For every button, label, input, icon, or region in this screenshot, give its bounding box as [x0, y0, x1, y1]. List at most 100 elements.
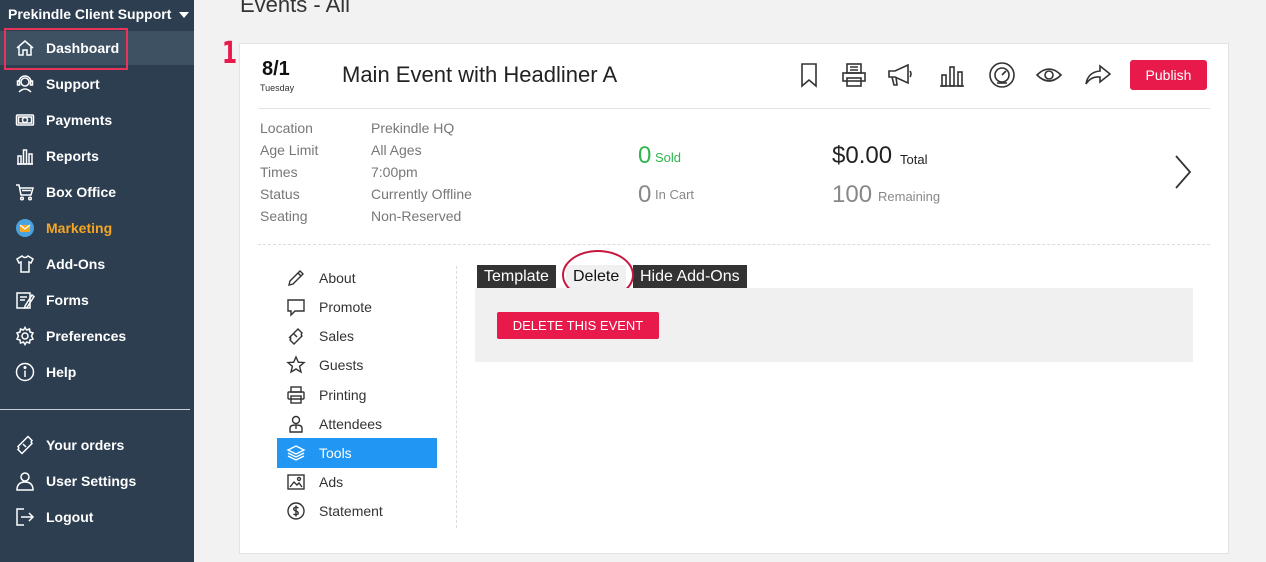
event-menu-label: Printing	[319, 387, 367, 403]
in-cart-count: 0	[638, 181, 652, 208]
event-menu-statement[interactable]: Statement	[277, 496, 437, 526]
gear-icon	[14, 325, 36, 347]
ticket-icon	[14, 434, 36, 456]
info-icon	[14, 361, 36, 383]
event-name[interactable]: Main Event with Headliner A	[342, 62, 617, 88]
event-menu-label: Attendees	[319, 416, 383, 432]
user-icon	[14, 470, 36, 492]
sidebar-item-label: Box Office	[46, 184, 117, 200]
sidebar-item-label: Payments	[46, 112, 113, 128]
sidebar-item-marketing[interactable]: Marketing	[0, 211, 194, 245]
caret-down-icon	[179, 12, 190, 19]
sidebar-item-dashboard[interactable]: Dashboard	[0, 31, 194, 65]
detail-value: 7:00pm	[371, 164, 418, 180]
event-menu-label: About	[319, 270, 356, 286]
chevron-right-icon[interactable]	[1170, 152, 1196, 192]
page-title: Events - All	[240, 0, 351, 17]
event-menu-tools[interactable]: Tools	[277, 438, 437, 468]
sidebar: Prekindle Client Support Dashboard Suppo…	[0, 0, 194, 562]
event-menu-label: Statement	[319, 503, 383, 519]
detail-label: Location	[260, 120, 313, 136]
event-menu-promote[interactable]: Promote	[277, 292, 437, 322]
detail-value: Prekindle HQ	[371, 120, 455, 136]
sidebar-item-forms[interactable]: Forms	[0, 283, 194, 317]
sidebar-item-label: Support	[46, 76, 100, 92]
cart-icon	[14, 181, 36, 203]
delete-event-button[interactable]: DELETE THIS EVENT	[497, 312, 659, 339]
tab-hide-add-ons[interactable]: Hide Add-Ons	[633, 265, 747, 288]
remaining-count: 100	[832, 181, 873, 208]
sidebar-item-support[interactable]: Support	[0, 67, 194, 101]
event-menu-printing[interactable]: Printing	[277, 380, 437, 410]
header-divider	[258, 108, 1210, 109]
bar-chart-icon	[14, 145, 36, 167]
sidebar-item-user-settings[interactable]: User Settings	[0, 464, 194, 498]
printer-icon[interactable]	[839, 60, 869, 90]
publish-button[interactable]: Publish	[1130, 60, 1207, 90]
megaphone-icon[interactable]	[885, 60, 915, 90]
logout-icon	[14, 506, 36, 528]
dashboard-gauge-icon[interactable]	[987, 60, 1017, 90]
details-divider	[258, 244, 1210, 245]
event-menu-sales[interactable]: Sales	[277, 321, 437, 351]
event-menu-label: Tools	[319, 445, 352, 461]
sidebar-item-preferences[interactable]: Preferences	[0, 319, 194, 353]
ticket-icon	[285, 325, 307, 347]
person-icon	[285, 413, 307, 435]
sidebar-item-box-office[interactable]: Box Office	[0, 175, 194, 209]
in-cart-label: In Cart	[655, 187, 695, 202]
layers-icon	[285, 442, 307, 464]
event-card: 8/1 Tuesday Main Event with Headliner A …	[239, 43, 1229, 554]
sidebar-item-help[interactable]: Help	[0, 355, 194, 389]
event-date: 8/1	[262, 58, 290, 80]
tshirt-icon	[14, 253, 36, 275]
step-marker-1: 1	[222, 36, 238, 71]
support-agent-icon	[14, 73, 36, 95]
sidebar-item-logout[interactable]: Logout	[0, 500, 194, 534]
share-icon[interactable]	[1083, 60, 1113, 90]
home-icon	[14, 37, 36, 59]
bookmark-icon[interactable]	[794, 60, 824, 90]
detail-value: Currently Offline	[371, 186, 472, 202]
org-name: Prekindle Client Support	[8, 6, 172, 22]
event-menu-about[interactable]: About	[277, 263, 437, 293]
pencil-icon	[285, 267, 307, 289]
printer-icon	[285, 384, 307, 406]
sidebar-divider	[0, 409, 190, 410]
tab-template[interactable]: Template	[477, 265, 556, 288]
event-menu-label: Guests	[319, 357, 364, 373]
sidebar-item-payments[interactable]: Payments	[0, 103, 194, 137]
eye-icon[interactable]	[1034, 60, 1064, 90]
detail-label: Status	[260, 186, 300, 202]
menu-separator	[456, 266, 457, 528]
sidebar-item-label: Your orders	[46, 437, 125, 453]
event-menu-guests[interactable]: Guests	[277, 350, 437, 380]
sidebar-item-label: Help	[46, 364, 77, 380]
detail-value: All Ages	[371, 142, 422, 158]
event-menu-label: Sales	[319, 328, 355, 344]
payments-icon	[14, 109, 36, 131]
sidebar-item-label: Reports	[46, 148, 99, 164]
marketing-icon	[14, 217, 36, 239]
event-menu-attendees[interactable]: Attendees	[277, 409, 437, 439]
sidebar-item-label: Dashboard	[46, 40, 120, 56]
org-switcher[interactable]: Prekindle Client Support	[8, 6, 190, 22]
speech-bubble-icon	[285, 296, 307, 318]
event-menu-label: Ads	[319, 474, 344, 490]
sidebar-item-label: Preferences	[46, 328, 127, 344]
image-icon	[285, 471, 307, 493]
sidebar-item-reports[interactable]: Reports	[0, 139, 194, 173]
tab-delete[interactable]: Delete	[566, 265, 627, 288]
sidebar-item-label: Add-Ons	[46, 256, 106, 272]
total-amount: $0.00	[832, 142, 893, 169]
sidebar-item-your-orders[interactable]: Your orders	[0, 428, 194, 462]
sidebar-item-label: Logout	[46, 509, 94, 525]
event-menu-ads[interactable]: Ads	[277, 467, 437, 497]
detail-label: Age Limit	[260, 142, 319, 158]
bar-chart-icon[interactable]	[937, 60, 967, 90]
detail-label: Times	[260, 164, 298, 180]
sidebar-item-add-ons[interactable]: Add-Ons	[0, 247, 194, 281]
event-menu-label: Promote	[319, 299, 372, 315]
sidebar-item-label: Marketing	[46, 220, 113, 236]
sidebar-item-label: Forms	[46, 292, 89, 308]
